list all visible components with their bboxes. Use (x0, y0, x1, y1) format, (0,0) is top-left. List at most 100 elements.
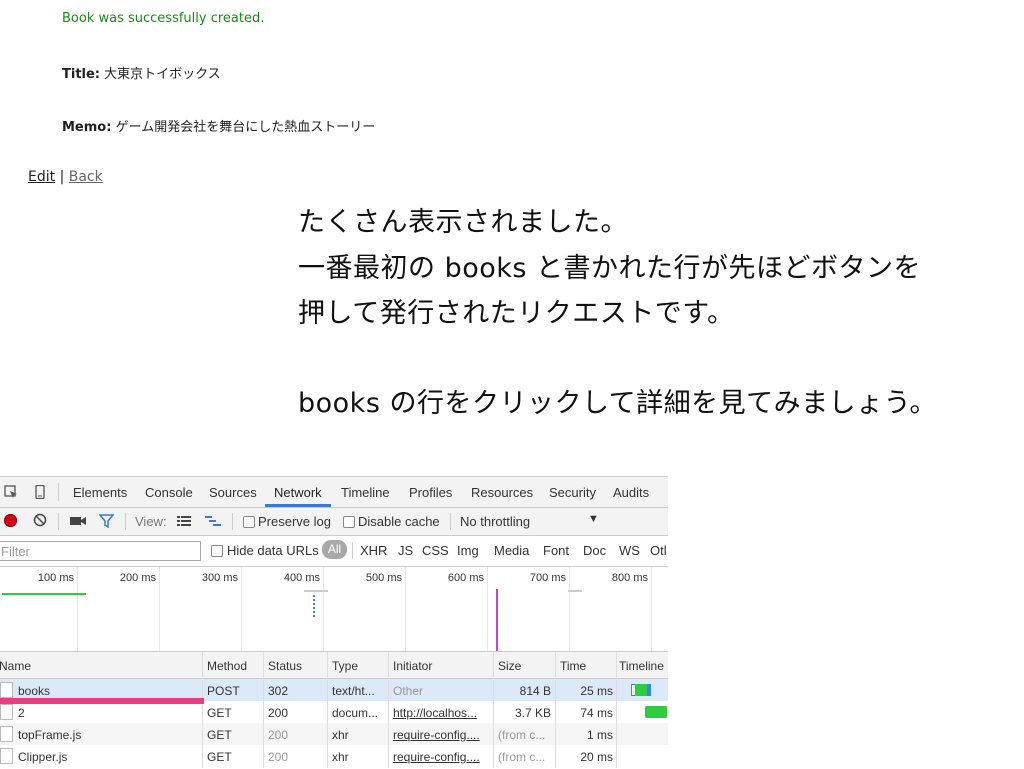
network-toolbar: View: Preserve log Disable cache No thro… (0, 508, 668, 536)
link-separator: | (59, 169, 65, 185)
row-time: 20 ms (580, 750, 613, 764)
row-status: 302 (268, 684, 289, 698)
row-method: GET (207, 706, 232, 720)
row-size: 814 B (519, 684, 551, 698)
table-row[interactable]: Clipper.js GET 200 xhr require-config...… (0, 745, 668, 767)
hide-data-urls-label: Hide data URLs (227, 543, 319, 558)
grid-line (323, 567, 324, 651)
type-filter-doc[interactable]: Doc (583, 543, 606, 558)
throttling-select[interactable]: No throttling (460, 514, 530, 529)
tab-profiles[interactable]: Profiles (409, 485, 452, 500)
caption-line-4: books の行をクリックして詳細を見てみましょう。 (298, 388, 938, 419)
tab-console[interactable]: Console (145, 485, 193, 500)
column-divider (616, 652, 617, 768)
column-type[interactable]: Type (332, 659, 358, 673)
tab-sources[interactable]: Sources (209, 485, 257, 500)
column-initiator[interactable]: Initiator (393, 659, 432, 673)
filter-placeholder: Filter (1, 544, 30, 559)
memo-value: ゲーム開発会社を舞台にした熱血ストーリー (115, 120, 376, 135)
divider (352, 542, 353, 559)
tab-elements[interactable]: Elements (73, 485, 127, 500)
caption-line-2: 一番最初の books と書かれた行が先ほどボタンを (298, 253, 922, 284)
type-filter-font[interactable]: Font (543, 543, 569, 558)
file-icon (0, 682, 13, 698)
row-type: text/ht... (332, 684, 375, 698)
column-size[interactable]: Size (498, 659, 521, 673)
tab-audits[interactable]: Audits (613, 485, 649, 500)
edit-link[interactable]: Edit (28, 169, 55, 185)
column-status[interactable]: Status (268, 659, 302, 673)
row-type: docum... (332, 706, 379, 720)
file-icon (0, 726, 13, 742)
title-label: Title: (62, 67, 101, 82)
type-filter-other[interactable]: Otl (650, 543, 667, 558)
type-filter-css[interactable]: CSS (422, 543, 449, 558)
type-filter-img[interactable]: Img (457, 543, 479, 558)
rails-app-page: Book was successfully created. Title: 大東… (0, 0, 1024, 200)
tick-label: 100 ms (37, 572, 74, 584)
row-status: 200 (268, 728, 289, 742)
type-filter-js[interactable]: JS (398, 543, 413, 558)
camera-icon[interactable] (70, 515, 86, 530)
caption-line-1: たくさん表示されました。 (298, 207, 628, 238)
waterfall-bar (645, 706, 667, 718)
row-type: xhr (332, 750, 349, 764)
tab-network[interactable]: Network (274, 485, 322, 500)
title-field: Title: 大東京トイボックス (62, 63, 221, 82)
column-name[interactable]: Name (0, 659, 31, 673)
row-time: 1 ms (586, 728, 613, 742)
row-name: Clipper.js (18, 750, 68, 764)
row-initiator-link[interactable]: require-config.... (393, 750, 491, 764)
filter-icon[interactable] (98, 514, 115, 531)
table-row[interactable]: 2 GET 200 docum... http://localhos... 3.… (0, 701, 668, 723)
disable-cache-checkbox[interactable] (343, 516, 355, 528)
back-link[interactable]: Back (69, 169, 103, 185)
device-mode-icon[interactable] (33, 484, 47, 500)
row-method: GET (207, 750, 232, 764)
hide-data-urls-checkbox[interactable] (211, 545, 223, 557)
column-divider (388, 652, 389, 768)
list-view-icon[interactable] (177, 516, 191, 530)
inspect-element-icon[interactable] (4, 485, 18, 499)
row-method: POST (207, 684, 240, 698)
chevron-down-icon[interactable]: ▼ (588, 513, 599, 525)
tick-label: 400 ms (283, 572, 320, 584)
column-time[interactable]: Time (560, 659, 586, 673)
success-notice: Book was successfully created. (62, 11, 265, 26)
highlight-marker (0, 698, 204, 704)
row-status: 200 (268, 706, 289, 720)
timeline-overview[interactable]: 100 ms 200 ms 300 ms 400 ms 500 ms 600 m… (0, 567, 668, 652)
row-initiator-link[interactable]: http://localhos... (393, 706, 491, 720)
column-method[interactable]: Method (207, 659, 247, 673)
devtools-panel: Elements Console Sources Network Timelin… (0, 476, 668, 769)
preserve-log-checkbox[interactable] (243, 516, 255, 528)
grid-line (159, 567, 160, 651)
tab-security[interactable]: Security (549, 485, 596, 500)
row-size: (from c... (498, 728, 546, 742)
type-filter-ws[interactable]: WS (619, 543, 640, 558)
action-links: Edit | Back (28, 169, 103, 185)
preserve-log-label: Preserve log (258, 514, 331, 529)
column-divider (327, 652, 328, 768)
column-timeline[interactable]: Timeline (619, 659, 664, 673)
type-filter-xhr[interactable]: XHR (360, 543, 387, 558)
row-initiator-link[interactable]: require-config.... (393, 728, 491, 742)
grid-line (241, 567, 242, 651)
tick-label: 200 ms (119, 572, 156, 584)
type-filter-all[interactable]: All (322, 540, 347, 559)
filter-input[interactable]: Filter (0, 541, 201, 561)
table-row[interactable]: topFrame.js GET 200 xhr require-config..… (0, 723, 668, 745)
title-value: 大東京トイボックス (104, 67, 221, 82)
tick-label: 700 ms (529, 572, 566, 584)
divider (450, 513, 451, 530)
type-filter-media[interactable]: Media (494, 543, 529, 558)
load-event-line (496, 589, 498, 651)
clear-icon[interactable] (33, 513, 47, 530)
filter-bar: Filter Hide data URLs All XHR JS CSS Img… (0, 536, 668, 567)
tab-timeline[interactable]: Timeline (341, 485, 390, 500)
record-icon[interactable] (4, 514, 17, 527)
column-divider (555, 652, 556, 768)
tab-resources[interactable]: Resources (471, 485, 533, 500)
waterfall-view-icon[interactable] (205, 516, 221, 530)
row-size: 3.7 KB (514, 706, 551, 720)
